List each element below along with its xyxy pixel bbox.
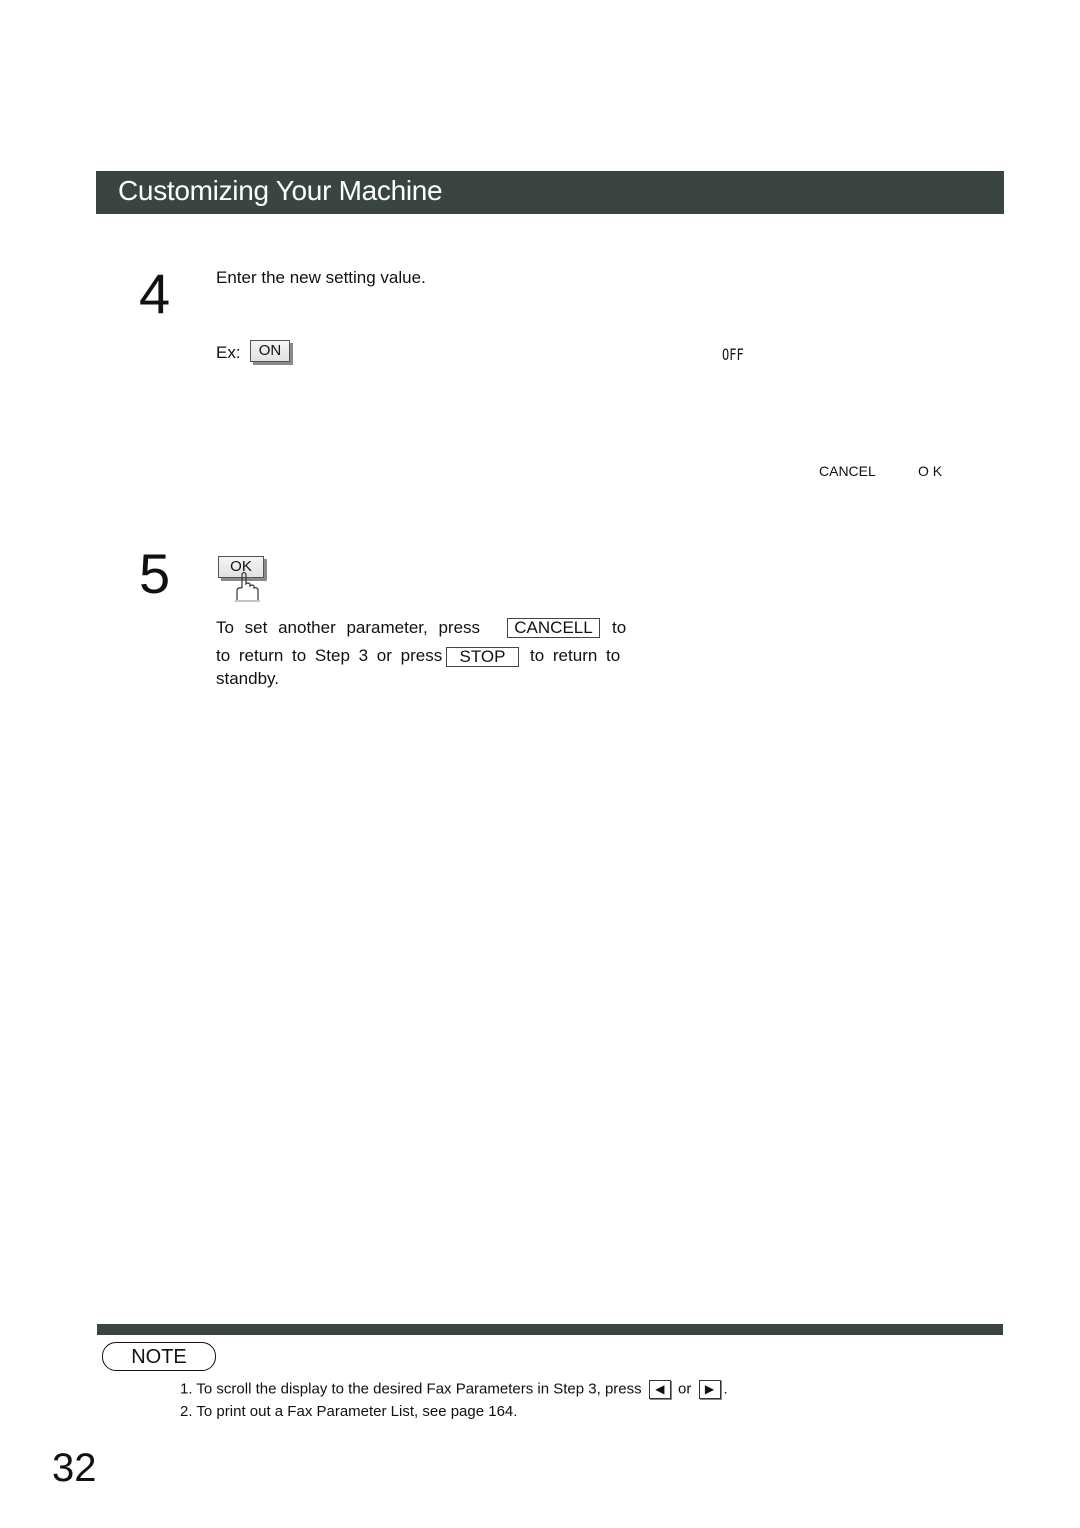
note-item-2-number: 2.: [180, 1403, 193, 1420]
note-badge: NOTE: [102, 1342, 216, 1371]
scroll-left-key[interactable]: ◀: [648, 1380, 671, 1399]
step5-paragraph: To set another parameter, press: [216, 614, 506, 642]
display-value: OFF: [722, 345, 744, 364]
example-label: Ex:: [216, 343, 241, 362]
note-item-2: 2. To print out a Fax Parameter List, se…: [180, 1403, 517, 1420]
step4-instruction: Enter the new setting value.: [216, 268, 426, 287]
footer-bar: [97, 1324, 1003, 1335]
step5-text-to: to: [612, 618, 627, 637]
note-item-1-number: 1.: [180, 1380, 193, 1398]
section-header-bar: Customizing Your Machine: [96, 171, 1004, 214]
display-soft-cancel: CANCEL: [819, 463, 876, 479]
page-number: 32: [52, 1446, 97, 1490]
step5-text-2: to return to Step 3 or press: [216, 646, 443, 665]
step5-text-3: to return to: [530, 646, 621, 665]
display-soft-ok: O K: [918, 463, 943, 479]
step5-text-1: To set another parameter, press: [216, 618, 481, 637]
on-key[interactable]: ON: [250, 340, 290, 362]
step5-text-4: standby.: [216, 669, 280, 688]
note-item-2-text: To print out a Fax Parameter List, see p…: [196, 1403, 518, 1420]
step-number-4: 4: [139, 262, 171, 325]
section-title: Customizing Your Machine: [118, 175, 443, 206]
step-number-5: 5: [139, 542, 171, 605]
finger-press-icon: [235, 571, 260, 602]
note-item-1-text: To scroll the display to the desired Fax…: [196, 1380, 642, 1398]
note-item-1-or: or: [677, 1380, 692, 1398]
scroll-right-key[interactable]: ▶: [698, 1380, 721, 1399]
stop-key[interactable]: STOP: [446, 647, 519, 667]
note-item-1: 1. To scroll the display to the desired …: [180, 1380, 728, 1399]
note-item-1-end: .: [723, 1380, 728, 1398]
cancel-key[interactable]: CANCELL: [507, 618, 600, 638]
